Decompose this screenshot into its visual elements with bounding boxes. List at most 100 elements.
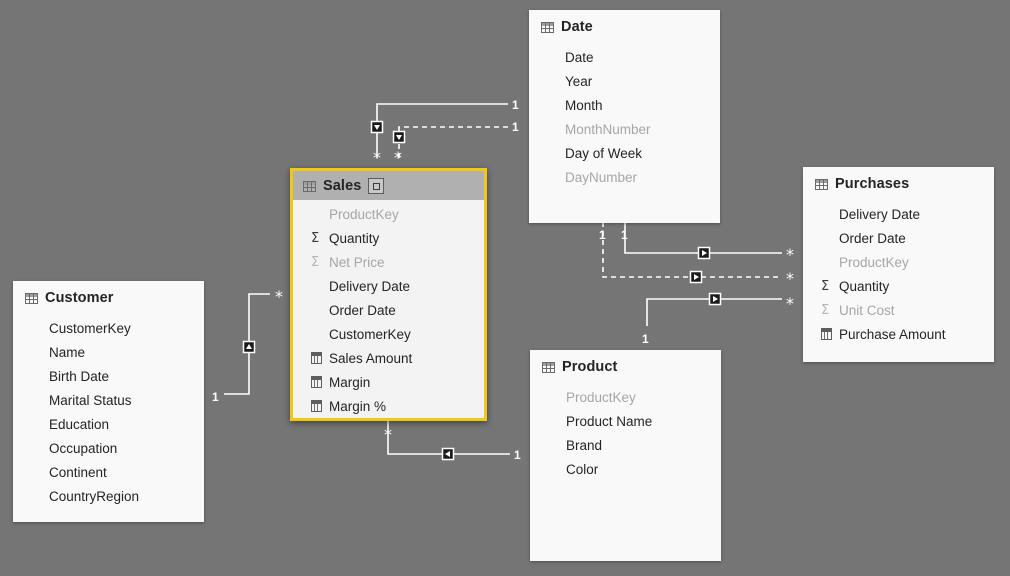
table-title: Sales — [323, 178, 361, 194]
table-header-date[interactable]: Date — [529, 10, 720, 43]
relationship-date-sales-inactive[interactable] — [394, 127, 509, 158]
field-row[interactable]: Day of Week — [529, 141, 720, 165]
field-label: Quantity — [328, 231, 379, 246]
field-list-sales: ProductKeyΣQuantityΣNet PriceDelivery Da… — [293, 200, 484, 428]
field-label: Sales Amount — [328, 351, 412, 366]
field-label: Education — [48, 417, 109, 432]
table-grid-icon — [303, 181, 316, 192]
field-row[interactable]: Sales Amount — [293, 346, 484, 370]
field-row[interactable]: ΣQuantity — [293, 226, 484, 250]
table-title: Purchases — [835, 176, 909, 192]
field-row[interactable]: ΣNet Price — [293, 250, 484, 274]
field-row[interactable]: DayNumber — [529, 165, 720, 189]
table-card-date[interactable]: Date Date Year Month MonthNumber Day of WeekD… — [529, 10, 720, 223]
field-row[interactable]: Name — [13, 340, 204, 364]
field-label: Order Date — [328, 303, 396, 318]
sigma-icon: Σ — [821, 304, 838, 317]
model-view-canvas[interactable]: .rl { stroke:#ffffff; stroke-width:1.6; … — [0, 0, 1010, 576]
field-row[interactable]: Order Date — [293, 298, 484, 322]
table-header-purchases[interactable]: Purchases — [803, 167, 994, 200]
field-row[interactable]: Color — [530, 457, 721, 481]
field-row[interactable]: ProductKey — [530, 385, 721, 409]
table-title: Date — [561, 19, 593, 35]
field-row[interactable]: Purchase Amount — [803, 322, 994, 346]
table-card-customer[interactable]: Customer CustomerKey Name Birth Date Marital… — [13, 281, 204, 522]
field-label: Delivery Date — [838, 207, 920, 222]
relationship-date-purchases-active[interactable] — [625, 222, 782, 259]
cardinality-label-date-sales-active-one: 1 — [512, 99, 519, 111]
field-row[interactable]: Margin — [293, 370, 484, 394]
field-label: Net Price — [328, 255, 385, 270]
field-label: Quantity — [838, 279, 889, 294]
field-row[interactable]: MonthNumber — [529, 117, 720, 141]
field-row[interactable]: Delivery Date — [293, 274, 484, 298]
sigma-icon: Σ — [311, 232, 328, 245]
field-label: MonthNumber — [564, 122, 651, 137]
field-row[interactable]: Education — [13, 412, 204, 436]
relationship-product-purchases[interactable] — [647, 294, 782, 327]
expand-icon[interactable] — [368, 178, 384, 194]
cardinality-label-date-purch-active-many: * — [786, 247, 794, 263]
cardinality-label-date-purch-active-one: 1 — [621, 229, 628, 241]
measure-icon — [311, 352, 328, 364]
table-card-product[interactable]: Product ProductKey Product Name Brand Color — [530, 350, 721, 561]
cardinality-label-customer-sales-many: * — [275, 289, 283, 305]
field-label: Year — [564, 74, 592, 89]
field-row[interactable]: CountryRegion — [13, 484, 204, 508]
field-label: Name — [48, 345, 85, 360]
field-label: ProductKey — [565, 390, 636, 405]
cardinality-label-date-purch-inactive-many: * — [786, 271, 794, 287]
field-row[interactable]: Marital Status — [13, 388, 204, 412]
field-label: Month — [564, 98, 603, 113]
table-grid-icon — [25, 293, 38, 304]
field-label: Product Name — [565, 414, 652, 429]
table-card-purchases[interactable]: Purchases Delivery Date Order Date ProductK… — [803, 167, 994, 362]
measure-icon — [311, 400, 328, 412]
table-header-customer[interactable]: Customer — [13, 281, 204, 314]
field-row[interactable]: CustomerKey — [13, 316, 204, 340]
field-row[interactable]: ΣQuantity — [803, 274, 994, 298]
field-label: CountryRegion — [48, 489, 139, 504]
field-row[interactable]: Month — [529, 93, 720, 117]
field-row[interactable]: Occupation — [13, 436, 204, 460]
measure-icon — [311, 376, 328, 388]
field-label: Unit Cost — [838, 303, 895, 318]
cardinality-label-product-purch-one: 1 — [642, 333, 649, 345]
cardinality-label-sales-product-many: * — [384, 427, 392, 443]
field-row[interactable]: ProductKey — [293, 202, 484, 226]
table-grid-icon — [815, 179, 828, 190]
field-row[interactable]: Date — [529, 45, 720, 69]
field-row[interactable]: Birth Date — [13, 364, 204, 388]
field-list-purchases: Delivery DateOrder DateProductKeyΣQuanti… — [803, 200, 994, 356]
field-row[interactable]: ProductKey — [803, 250, 994, 274]
table-header-sales[interactable]: Sales — [293, 171, 484, 200]
field-label: Purchase Amount — [838, 327, 946, 342]
field-row[interactable]: Margin % — [293, 394, 484, 418]
table-header-product[interactable]: Product — [530, 350, 721, 383]
field-label: Occupation — [48, 441, 117, 456]
cardinality-label-date-sales-active-many: * — [373, 150, 381, 166]
field-row[interactable]: Brand — [530, 433, 721, 457]
field-label: Delivery Date — [328, 279, 410, 294]
table-title: Customer — [45, 290, 113, 306]
field-label: Date — [564, 50, 594, 65]
table-card-sales[interactable]: SalesProductKeyΣQuantityΣNet PriceDelive… — [290, 168, 487, 421]
field-row[interactable]: Year — [529, 69, 720, 93]
cardinality-label-sales-product-one: 1 — [514, 449, 521, 461]
sigma-icon: Σ — [821, 280, 838, 293]
relationship-date-sales-active[interactable] — [372, 104, 509, 158]
field-row[interactable]: ΣUnit Cost — [803, 298, 994, 322]
cardinality-label-date-sales-inactive-many: * — [394, 150, 402, 166]
field-label: Color — [565, 462, 598, 477]
field-label: Continent — [48, 465, 107, 480]
field-row[interactable]: Continent — [13, 460, 204, 484]
field-row[interactable]: Product Name — [530, 409, 721, 433]
field-row[interactable]: Order Date — [803, 226, 994, 250]
field-label: Order Date — [838, 231, 906, 246]
field-label: Marital Status — [48, 393, 132, 408]
cardinality-label-customer-sales-one: 1 — [212, 391, 219, 403]
relationship-customer-sales[interactable] — [224, 294, 270, 394]
field-row[interactable]: Delivery Date — [803, 202, 994, 226]
field-row[interactable]: CustomerKey — [293, 322, 484, 346]
field-label: Margin — [328, 375, 370, 390]
